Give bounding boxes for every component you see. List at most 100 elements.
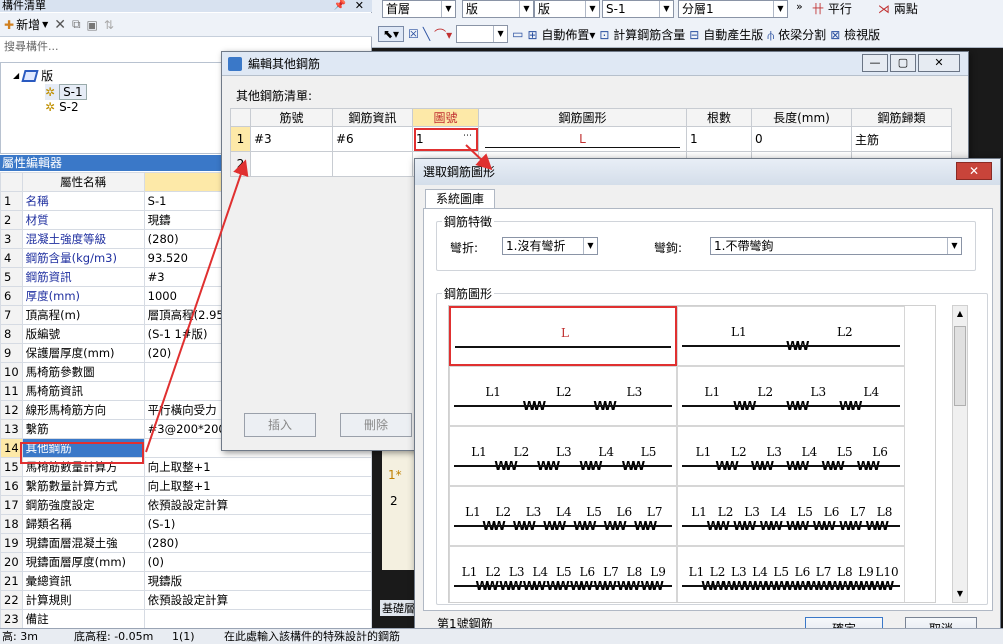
tree-item-s1[interactable]: ✲ S-1 [45,84,87,100]
table-row[interactable]: 16 繫筋數量計算方式 向上取整+1 [0,476,373,496]
table-row[interactable]: 1 #3 #6 1 ⋯ L 1 0 主筋 [230,126,952,152]
shape-option[interactable]: L1WWL2WWL3WWL4WWL5 [449,426,677,486]
shape-label: L8 [837,565,853,579]
base-layer-label: 基礎層 [380,600,417,616]
shape-label: L5 [586,505,602,519]
shape-option[interactable]: L1WWL2 [677,306,905,366]
shape-label: L9 [858,565,874,579]
shape-label: L2 [837,325,853,339]
copy-icon[interactable]: ⧉ [72,17,81,32]
maximize-button[interactable]: ▢ [890,54,916,72]
shape-label: L3 [810,385,827,399]
col-info: 鋼筋資訊 [332,108,413,127]
shape-label: L4 [598,445,614,459]
gear-icon: ✲ [45,85,56,99]
shape-label: L2 [709,565,726,579]
table-row[interactable]: 15 馬椅筋數量計算方 向上取整+1 [0,457,373,477]
floor-select[interactable]: 首層 ▼ [382,0,456,18]
component-select[interactable]: S-1 ▼ [602,0,674,18]
check-icon: ⊠ [830,27,841,42]
shape-option[interactable]: L1WWL2WWL3 [449,366,677,426]
close-button[interactable]: ✕ [956,162,992,180]
table-row[interactable]: 18 歸類名稱 (S-1) [0,514,373,534]
shape-option[interactable]: L1WWL2WWL3WWL4WWL5WWL6WWL7 [449,486,677,546]
arc-icon[interactable]: ⌒▾ [434,26,452,43]
tree-root[interactable]: ◢ 版 [13,67,53,84]
scroll-thumb[interactable] [954,326,966,406]
gear-icon: ✲ [45,100,56,114]
table-row[interactable]: 20 現鑄面層厚度(mm) (0) [0,552,373,572]
new-icon: ✚ [4,17,15,32]
shape-label: L7 [815,565,832,579]
shape-label: L5 [797,505,813,519]
rect-icon[interactable]: ▭ [512,27,523,41]
parallel-button[interactable]: 卄 平行 [812,0,852,17]
close-button[interactable]: ✕ [918,54,960,72]
close-icon[interactable]: ✕ [355,0,364,12]
type-select[interactable]: 版 ▼ [462,0,534,18]
auto-slab-button[interactable]: ⊟ 自動產生版 [689,26,763,43]
shape-label: L7 [850,505,866,519]
delete-icon[interactable]: ✕ [54,17,66,33]
shape-label: L10 [875,565,899,579]
box-select-icon[interactable]: ☒ [408,27,419,41]
shape-label: L [561,326,569,340]
layer-copy-icon[interactable]: ▣ [87,18,98,32]
sort-icon[interactable]: ⇅ [104,18,114,32]
shape-label: L2 [556,385,572,399]
col-fig: 圖號 [412,108,479,127]
two-points-button[interactable]: ⋊ 兩點 [878,0,918,17]
select-cursor-icon[interactable]: ⬉▾ [378,26,405,42]
shape-option[interactable]: L1WWL2WWL3WWL4WWL5WWL6WWL7WWL8WWL9 [449,546,677,602]
shape-label: L3 [508,565,525,579]
top-toolbar: 首層 ▼ 版 ▼ 版 ▼ S-1 ▼ 分層1 ▼ » 卄 平行 ⋊ 兩點 ⬉▾ ☒ ╲ ⌒… [372,0,1003,48]
shape-label: L1 [704,385,721,399]
shape-option[interactable]: L1WWL2WWL3WWL4WWL5WWL6WWL7WWL8 [677,486,905,546]
shape-label: L6 [794,565,811,579]
tab-system-library[interactable]: 系統圖庫 [425,189,495,209]
line-icon[interactable]: ╲ [423,27,430,41]
auto-place-button[interactable]: ⊞ 自動佈置▾ [527,26,595,43]
shape-option[interactable]: L1WWL2WWL3WWL4 [677,366,905,426]
layer-select[interactable]: 分層1 ▼ [678,0,788,18]
slab-icon [21,69,39,82]
table-row[interactable]: 22 計算規則 依預設設定計算 [0,590,373,610]
shape-label: L4 [532,565,549,579]
new-button[interactable]: ✚ 新增 ▼ [4,16,48,33]
table-row[interactable]: 19 現鑄面層混凝土強 (280) [0,533,373,553]
fig-cell[interactable]: 1 ⋯ [412,126,479,152]
shape-label: L7 [603,565,619,579]
calc-rebar-button[interactable]: ⊡ 計算鋼筋含量 [599,26,685,43]
table-row[interactable]: 21 彙總資訊 現鑄版 [0,571,373,591]
shape-option[interactable]: L [449,306,677,366]
check-slab-button[interactable]: ⊠ 檢視版 [830,26,880,43]
subtype-select[interactable]: 版 ▼ [534,0,600,18]
dialog-title: 編輯其他鋼筋 [222,52,968,76]
tree-item-s2[interactable]: ✲ S-2 [45,100,79,114]
shape-label: L6 [579,565,596,579]
shape-label: L5 [837,445,853,459]
col-count: 根數 [686,108,752,127]
table-row[interactable]: 17 鋼筋強度設定 依預設設定計算 [0,495,373,515]
shape-label: L2 [513,445,530,459]
dialog-title: 選取鋼筋圖形 [415,159,1000,185]
bend-select[interactable]: 1.沒有彎折 ▼ [502,237,598,255]
shape-label: L5 [773,565,789,579]
insert-button[interactable]: 插入 [244,413,316,437]
shape-label: L6 [872,445,888,459]
shape-option[interactable]: L1WWL2WWL3WWL4WWL5WWL6WWL7WWL8WWL9WWL10 [677,546,905,602]
table-row[interactable]: 23 備註 [0,609,373,629]
shape-label: L2 [485,565,501,579]
minimize-button[interactable]: — [862,54,888,72]
col-length: 長度(mm) [751,108,852,127]
shape-option[interactable]: L1WWL2WWL3WWL4WWL5WWL6 [677,426,905,486]
delete-button[interactable]: 刪除 [340,413,412,437]
shape-label: L2 [495,505,512,519]
draw-mode-select[interactable]: ▼ [456,25,509,43]
split-beam-button[interactable]: ⫛ 依梁分割 [767,26,826,43]
pin-icon[interactable]: 📌 [334,0,346,12]
hook-select[interactable]: 1.不帶彎鉤 ▼ [710,237,962,255]
split-icon: ⫛ [767,27,775,42]
shapes-scrollbar[interactable]: ▲ ▼ [952,305,968,603]
shape-label: L3 [731,565,747,579]
